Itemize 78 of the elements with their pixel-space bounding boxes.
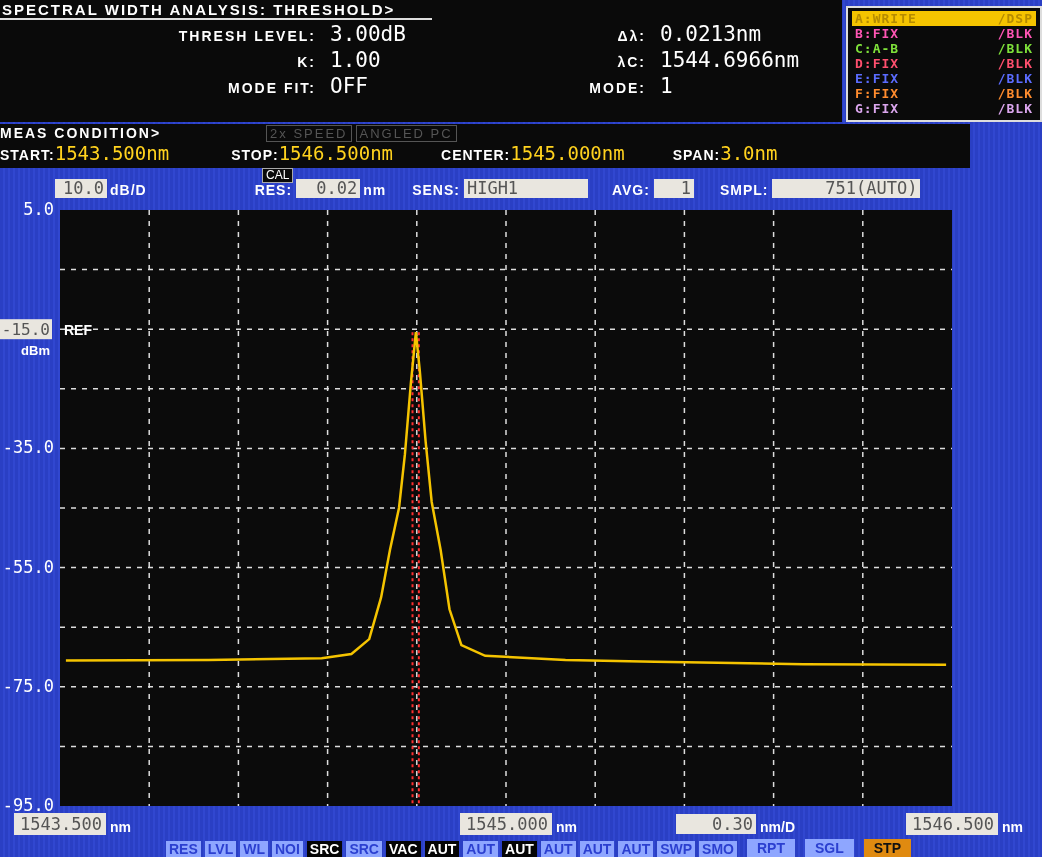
soft-key[interactable]: LVL — [204, 841, 237, 857]
x-axis-unit: nm — [1002, 819, 1023, 835]
res-label: RES: — [254, 182, 293, 198]
condition-label: STOP: — [231, 147, 279, 163]
soft-key[interactable]: AUT — [618, 841, 654, 857]
field-value: 1.00 — [330, 48, 382, 72]
trace-item[interactable]: G:FIX /BLK — [852, 101, 1036, 116]
condition-label: CENTER: — [441, 147, 511, 163]
condition-label: SPAN: — [672, 147, 721, 163]
y-tick-label: -35.0 — [2, 437, 54, 458]
sweep-key[interactable]: SGL — [805, 839, 854, 857]
trace-item[interactable]: E:FIX /BLK — [852, 71, 1036, 86]
field-label: K: — [296, 54, 317, 70]
smpl-label: SMPL: — [719, 182, 769, 198]
sweep-key[interactable]: STP — [863, 839, 911, 857]
x-tick-label: 1543.500 — [14, 813, 106, 835]
y-tick-label: 5.0 — [23, 199, 54, 219]
condition-value: 3.0nm — [720, 142, 778, 164]
field-label: MODE FIT: — [227, 80, 317, 96]
field-value: 1 — [660, 74, 674, 98]
soft-key[interactable]: SWP — [657, 841, 696, 857]
condition-value: 1545.000nm — [510, 142, 625, 164]
field-label: λC: — [616, 54, 647, 70]
analysis-title: SPECTRAL WIDTH ANALYSIS: THRESHOLD> — [0, 1, 432, 20]
soft-key[interactable]: NOI — [271, 841, 303, 857]
soft-key[interactable]: WL — [240, 841, 268, 857]
soft-key[interactable]: SRC — [306, 841, 343, 857]
y-tick-label: -95.0 — [2, 795, 54, 815]
soft-key[interactable]: RES — [166, 841, 201, 857]
x-tick-label: 1546.500 — [912, 814, 994, 834]
soft-key[interactable]: AUT — [463, 841, 499, 857]
condition-label: START: — [0, 147, 55, 163]
measure-condition-title: MEAS CONDITION> — [0, 125, 162, 141]
res-field[interactable]: 0.02 — [296, 179, 361, 198]
trace-item[interactable]: D:FIX /BLK — [852, 56, 1036, 71]
soft-key[interactable]: AUT — [540, 841, 576, 857]
reference-unit: dBm — [21, 343, 50, 359]
scale-field[interactable]: 10.0 — [55, 179, 107, 198]
field-label: MODE: — [588, 80, 647, 96]
field-label: Δλ: — [616, 28, 647, 44]
field-value: OFF — [330, 74, 369, 98]
soft-key[interactable]: SMO — [699, 841, 737, 857]
scale-per-division-unit: nm/D — [760, 819, 795, 835]
reference-level-field: -15.0 — [0, 319, 52, 340]
x-tick-label: 1545.000 — [466, 814, 548, 834]
soft-key[interactable]: SRC — [346, 841, 382, 857]
cal-indicator: CAL — [262, 168, 294, 183]
soft-key[interactable]: AUT — [579, 841, 615, 857]
field-value: 3.00dB — [330, 22, 407, 46]
x-tick-label: 1546.500 — [906, 813, 998, 835]
mode-indicator: 2x SPEED — [266, 124, 352, 142]
condition-value: 1546.500nm — [278, 142, 394, 164]
trace-item[interactable]: B:FIX /BLK — [852, 26, 1036, 41]
x-tick-label: 1543.500 — [20, 814, 102, 834]
x-axis-unit: nm — [556, 819, 577, 835]
scale-per-division-field: 0.30 — [676, 814, 756, 834]
y-tick-label: -55.0 — [2, 556, 54, 577]
x-axis-unit: nm — [110, 819, 131, 835]
condition-value: 1543.500nm — [54, 142, 170, 164]
soft-key[interactable]: VAC — [386, 841, 421, 857]
avg-label: AVG: — [611, 182, 650, 198]
sens-field[interactable]: HIGH1 — [463, 179, 588, 198]
y-tick-label: -75.0 — [2, 675, 54, 696]
soft-key[interactable]: AUT — [424, 841, 460, 857]
sens-label: SENS: — [412, 182, 460, 198]
field-label: THRESH LEVEL: — [177, 28, 317, 44]
mode-indicator: ANGLED PC — [355, 124, 457, 142]
reference-label: REF — [64, 322, 92, 339]
scale-unit: dB/D — [110, 182, 147, 198]
soft-key[interactable]: AUT — [502, 841, 537, 857]
trace-item[interactable]: C:A-B /BLK — [852, 41, 1036, 56]
sweep-key[interactable]: RPT — [747, 839, 795, 857]
field-value: 1544.6966nm — [660, 48, 801, 72]
avg-field[interactable]: 1 — [653, 179, 694, 198]
x-tick-label: 1545.000 — [460, 813, 552, 835]
res-unit: nm — [363, 182, 387, 198]
smpl-field[interactable]: 751(AUTO) — [772, 179, 921, 198]
trace-item[interactable]: F:FIX /BLK — [852, 86, 1036, 101]
